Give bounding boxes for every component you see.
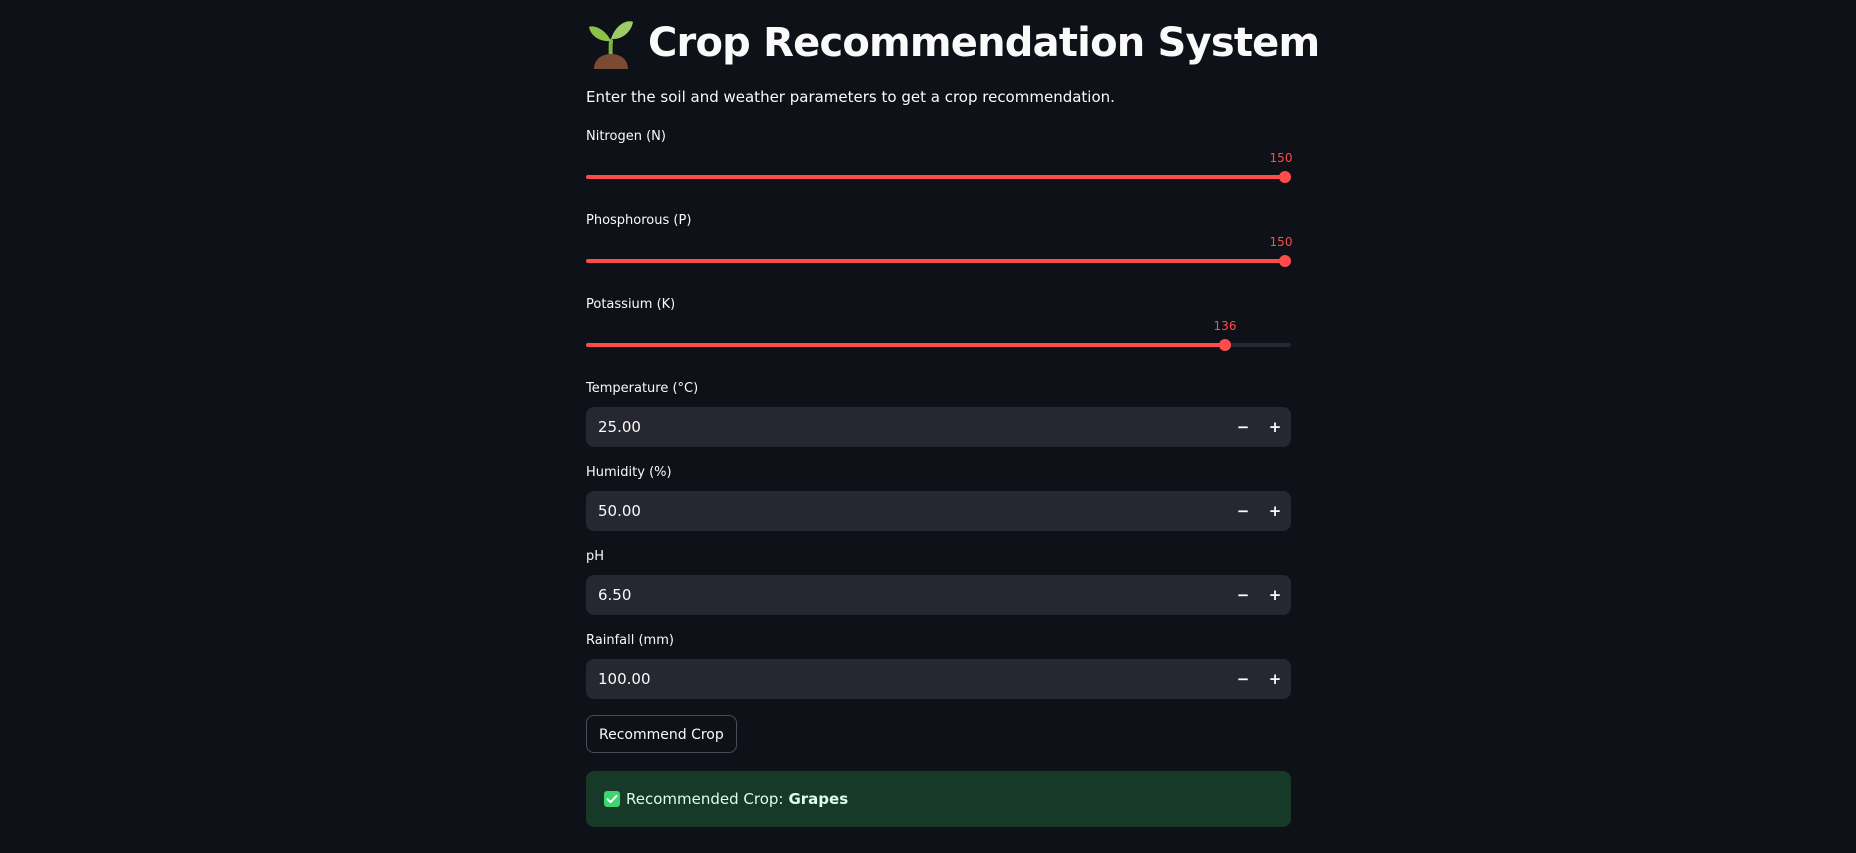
- nitrogen-value: 150: [1269, 151, 1293, 165]
- nitrogen-label: Nitrogen (N): [586, 129, 666, 144]
- phosphorous-slider[interactable]: 150: [586, 235, 1293, 275]
- potassium-label: Potassium (K): [586, 297, 676, 312]
- phosphorous-value: 150: [1269, 235, 1293, 249]
- humidity-decrement-button[interactable]: −: [1227, 491, 1259, 531]
- humidity-value[interactable]: 50.00: [598, 491, 641, 531]
- temperature-value[interactable]: 25.00: [598, 407, 641, 447]
- page-title: Crop Recommendation System: [586, 14, 1320, 72]
- check-box-icon: [604, 791, 620, 807]
- humidity-input[interactable]: 50.00 − +: [586, 491, 1291, 531]
- slider-thumb[interactable]: [1279, 171, 1291, 183]
- humidity-label: Humidity (%): [586, 465, 672, 480]
- slider-thumb[interactable]: [1219, 339, 1231, 351]
- slider-thumb[interactable]: [1279, 255, 1291, 267]
- humidity-increment-button[interactable]: +: [1259, 491, 1291, 531]
- ph-increment-button[interactable]: +: [1259, 575, 1291, 615]
- recommended-crop: Grapes: [788, 790, 849, 808]
- seedling-icon: [589, 21, 633, 69]
- slider-track[interactable]: [586, 343, 1291, 347]
- temperature-input[interactable]: 25.00 − +: [586, 407, 1291, 447]
- rainfall-decrement-button[interactable]: −: [1227, 659, 1259, 699]
- rainfall-value[interactable]: 100.00: [598, 659, 651, 699]
- slider-track[interactable]: [586, 259, 1291, 263]
- ph-decrement-button[interactable]: −: [1227, 575, 1259, 615]
- recommendation-result: Recommended Crop: Grapes: [586, 771, 1291, 827]
- slider-fill: [586, 175, 1285, 179]
- ph-label: pH: [586, 549, 605, 564]
- rainfall-label: Rainfall (mm): [586, 633, 674, 648]
- title-text: Crop Recommendation System: [648, 20, 1320, 66]
- intro-text: Enter the soil and weather parameters to…: [586, 88, 1115, 106]
- ph-input[interactable]: 6.50 − +: [586, 575, 1291, 615]
- slider-fill: [586, 259, 1285, 263]
- potassium-value: 136: [1213, 319, 1237, 333]
- rainfall-input[interactable]: 100.00 − +: [586, 659, 1291, 699]
- temperature-decrement-button[interactable]: −: [1227, 407, 1259, 447]
- slider-fill: [586, 343, 1225, 347]
- recommend-crop-button[interactable]: Recommend Crop: [586, 715, 737, 753]
- slider-track[interactable]: [586, 175, 1291, 179]
- nitrogen-slider[interactable]: 150: [586, 151, 1293, 191]
- ph-value[interactable]: 6.50: [598, 575, 631, 615]
- potassium-slider[interactable]: 136: [586, 319, 1291, 359]
- temperature-label: Temperature (°C): [586, 381, 699, 396]
- rainfall-increment-button[interactable]: +: [1259, 659, 1291, 699]
- temperature-increment-button[interactable]: +: [1259, 407, 1291, 447]
- result-prefix: Recommended Crop:: [626, 790, 784, 808]
- phosphorous-label: Phosphorous (P): [586, 213, 692, 228]
